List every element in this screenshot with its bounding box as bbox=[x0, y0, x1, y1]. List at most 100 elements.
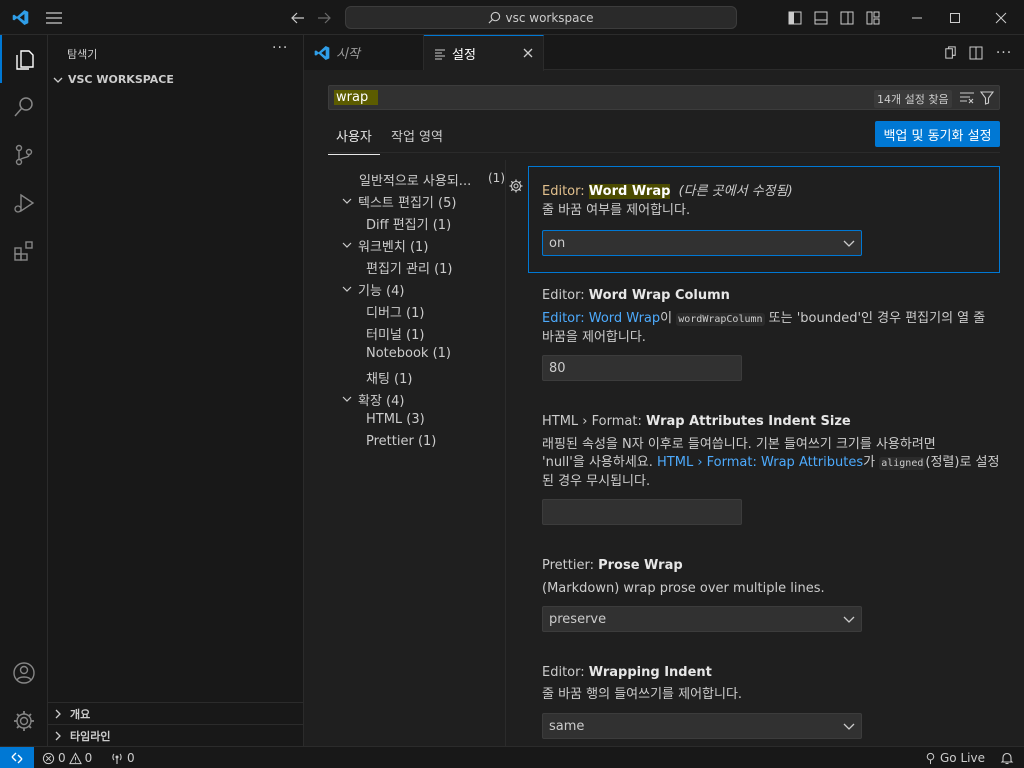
menu-icon[interactable] bbox=[44, 0, 64, 35]
tab-settings-label: 설정 bbox=[452, 48, 476, 63]
source-control-icon[interactable] bbox=[0, 131, 48, 179]
chevron-down-icon bbox=[53, 77, 63, 83]
toc-item-notebook[interactable]: Notebook (1) bbox=[366, 346, 451, 361]
toggle-primary-sidebar-icon[interactable] bbox=[786, 0, 804, 35]
modified-elsewhere-indicator[interactable]: (다른 곳에서 수정됨) bbox=[679, 184, 793, 199]
tab-workspace-settings[interactable]: 작업 영역 bbox=[391, 126, 443, 145]
dropdown-value: on bbox=[549, 235, 566, 251]
search-icon[interactable] bbox=[0, 83, 48, 131]
setting-title: Editor: Word Wrap Column bbox=[542, 288, 730, 303]
run-debug-icon[interactable] bbox=[0, 179, 48, 227]
toc-item-prettier[interactable]: Prettier (1) bbox=[366, 434, 436, 449]
forward-arrow-icon[interactable] bbox=[314, 0, 334, 35]
title-bar: vsc workspace bbox=[0, 0, 1024, 35]
toc-item-chat[interactable]: 채팅 (1) bbox=[366, 368, 412, 387]
chevron-down-icon bbox=[843, 240, 855, 247]
sidebar-title: 탐색기 bbox=[67, 48, 98, 61]
explorer-icon[interactable] bbox=[0, 35, 48, 83]
setting-name: Wrapping Indent bbox=[588, 665, 712, 680]
remote-indicator[interactable] bbox=[0, 747, 34, 768]
result-count-badge: 14개 설정 찾음 bbox=[874, 90, 952, 108]
warning-count: 0 bbox=[84, 751, 93, 765]
setting-description: 줄 바꿈 여부를 제어합니다. bbox=[542, 203, 691, 218]
toggle-panel-icon[interactable] bbox=[812, 0, 830, 35]
vscode-logo-icon bbox=[314, 45, 330, 60]
toc-item-html[interactable]: HTML (3) bbox=[366, 412, 425, 427]
chevron-down-icon bbox=[843, 723, 855, 730]
setting-description: (Markdown) wrap prose over multiple line… bbox=[542, 581, 825, 596]
word-wrap-column-input[interactable]: 80 bbox=[542, 355, 742, 381]
workspace-section-header[interactable]: VSC WORKSPACE bbox=[52, 73, 174, 86]
clear-filter-icon[interactable] bbox=[960, 92, 974, 104]
remote-icon bbox=[11, 752, 23, 764]
settings-file-icon bbox=[435, 48, 445, 60]
command-center-search[interactable]: vsc workspace bbox=[345, 6, 737, 29]
toc-item-text-editor[interactable]: 텍스트 편집기 (5) bbox=[358, 192, 456, 211]
warning-icon bbox=[68, 751, 82, 764]
problems-indicator[interactable]: 0 0 bbox=[42, 747, 92, 768]
tab-user-settings[interactable]: 사용자 bbox=[328, 126, 380, 155]
toc-item-commonly-used[interactable]: 일반적으로 사용되... bbox=[359, 170, 471, 189]
setting-title: Prettier: Prose Wrap bbox=[542, 558, 683, 573]
open-settings-json-icon[interactable] bbox=[940, 35, 960, 70]
toc-item-extensions[interactable]: 확장 (4) bbox=[358, 390, 404, 409]
activity-bar bbox=[0, 35, 48, 746]
setting-gear-icon[interactable] bbox=[509, 179, 523, 193]
toc-item-debug[interactable]: 디버그 (1) bbox=[366, 302, 424, 321]
close-tab-icon[interactable] bbox=[523, 48, 533, 58]
maximize-icon[interactable] bbox=[932, 0, 978, 35]
toc-item-editor-management[interactable]: 편집기 관리 (1) bbox=[366, 258, 452, 277]
chevron-down-icon bbox=[342, 198, 352, 204]
go-live-icon bbox=[926, 752, 935, 764]
accounts-icon[interactable] bbox=[0, 649, 48, 697]
ports-indicator[interactable]: 0 bbox=[110, 747, 135, 768]
error-count: 0 bbox=[58, 751, 66, 765]
toc-item-workbench[interactable]: 워크벤치 (1) bbox=[358, 236, 428, 255]
timeline-label: 타임라인 bbox=[70, 729, 111, 743]
wrap-attributes-indent-input[interactable] bbox=[542, 499, 742, 525]
notifications-bell-icon[interactable] bbox=[1000, 747, 1014, 768]
timeline-section-header[interactable]: 타임라인 bbox=[48, 724, 303, 746]
more-actions-icon[interactable]: ··· bbox=[994, 35, 1014, 70]
chevron-down-icon bbox=[342, 396, 352, 402]
go-live-button[interactable]: Go Live bbox=[924, 747, 985, 768]
setting-link[interactable]: HTML › Format: Wrap Attributes bbox=[657, 455, 863, 470]
customize-layout-icon[interactable] bbox=[864, 0, 882, 35]
wrapping-indent-dropdown[interactable]: same bbox=[542, 713, 862, 739]
split-editor-icon[interactable] bbox=[966, 35, 986, 70]
filter-icon[interactable] bbox=[980, 91, 994, 105]
editor-tabs: 시작 설정 ··· bbox=[304, 35, 1024, 71]
toggle-secondary-sidebar-icon[interactable] bbox=[838, 0, 856, 35]
word-wrap-dropdown[interactable]: on bbox=[542, 230, 862, 256]
close-window-icon[interactable] bbox=[978, 0, 1024, 35]
tab-start-label: 시작 bbox=[336, 47, 360, 62]
chevron-right-icon bbox=[55, 731, 61, 740]
chevron-down-icon bbox=[843, 616, 855, 623]
tab-start[interactable]: 시작 bbox=[304, 35, 424, 70]
setting-link[interactable]: Editor: Word Wrap bbox=[542, 311, 660, 326]
toc-divider bbox=[505, 160, 506, 746]
tab-settings[interactable]: 설정 bbox=[424, 35, 544, 71]
setting-name: Wrap Attributes Indent Size bbox=[645, 414, 851, 429]
outline-section-header[interactable]: 개요 bbox=[48, 702, 303, 724]
chevron-down-icon bbox=[342, 242, 352, 248]
setting-description: 줄 바꿈 행의 들여쓰기를 제어합니다. bbox=[542, 687, 743, 702]
manage-gear-icon[interactable] bbox=[0, 697, 48, 745]
setting-name: Prose Wrap bbox=[598, 558, 683, 573]
chevron-right-icon bbox=[55, 709, 61, 718]
vscode-logo-icon bbox=[8, 0, 32, 35]
prose-wrap-dropdown[interactable]: preserve bbox=[542, 606, 862, 632]
backup-sync-button[interactable]: 백업 및 동기화 설정 bbox=[875, 121, 1000, 147]
go-live-label: Go Live bbox=[940, 751, 985, 765]
setting-description: 래핑된 속성을 N자 이후로 들여씁니다. 기본 들여쓰기 크기를 사용하려면 … bbox=[542, 437, 1000, 489]
setting-title: Editor: Word Wrap (다른 곳에서 수정됨) bbox=[542, 184, 793, 199]
toc-item-terminal[interactable]: 터미널 (1) bbox=[366, 324, 424, 343]
settings-search-input[interactable]: wrap 14개 설정 찾음 bbox=[328, 85, 1000, 110]
dropdown-value: same bbox=[549, 718, 585, 734]
extensions-icon[interactable] bbox=[0, 227, 48, 275]
more-actions-button[interactable]: ··· bbox=[272, 40, 288, 56]
toc-item-diff-editor[interactable]: Diff 편집기 (1) bbox=[366, 214, 451, 233]
back-arrow-icon[interactable] bbox=[288, 0, 308, 35]
toc-item-features[interactable]: 기능 (4) bbox=[358, 280, 404, 299]
toc-count: (1) bbox=[488, 171, 505, 185]
